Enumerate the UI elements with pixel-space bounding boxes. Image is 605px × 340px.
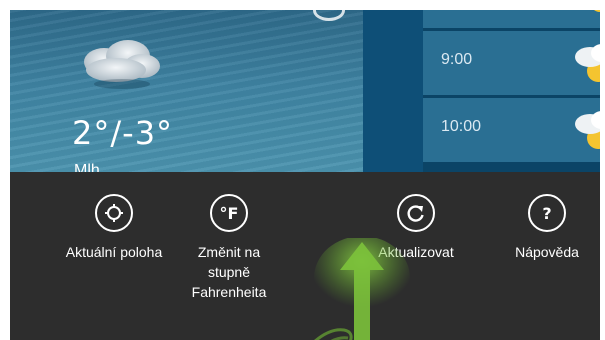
app-bar: Aktuální poloha °F Změnit na stupně Fahr… xyxy=(10,172,600,340)
help-icon: ? xyxy=(528,194,566,232)
weather-app-screen: 2°/-3° Mlh 9:00 10:00 Aktuální poloha °F… xyxy=(10,10,600,340)
fahrenheit-icon: °F xyxy=(210,194,248,232)
location-target-icon xyxy=(95,194,133,232)
help-button[interactable]: ? Nápověda xyxy=(492,194,600,262)
hour-time: 10:00 xyxy=(441,118,482,135)
switch-to-fahrenheit-button[interactable]: °F Změnit na stupně Fahrenheita xyxy=(182,194,276,302)
command-label: Aktuální poloha xyxy=(65,244,163,260)
partly-sunny-icon xyxy=(575,44,600,82)
moon-icon xyxy=(313,10,345,21)
command-label: Nápověda xyxy=(515,244,579,260)
hour-time: 9:00 xyxy=(441,51,473,68)
command-label: Změnit na stupně Fahrenheita xyxy=(191,244,267,300)
refresh-icon xyxy=(397,194,435,232)
partly-sunny-icon xyxy=(575,111,600,149)
current-weather-panel[interactable]: 2°/-3° Mlh xyxy=(10,10,363,180)
partly-sunny-icon xyxy=(594,10,600,12)
current-location-button[interactable]: Aktuální poloha xyxy=(49,194,179,262)
command-label: Aktualizovat xyxy=(378,244,454,260)
temperature-range: 2°/-3° xyxy=(72,114,174,152)
hourly-row[interactable]: 9:00 xyxy=(423,31,600,95)
hourly-forecast: 9:00 10:00 xyxy=(423,10,600,180)
panel-divider xyxy=(363,10,423,180)
refresh-button[interactable]: Aktualizovat xyxy=(343,194,489,262)
cloud-icon xyxy=(84,40,160,89)
hourly-row[interactable]: 10:00 xyxy=(423,98,600,162)
hourly-row[interactable] xyxy=(423,10,600,28)
